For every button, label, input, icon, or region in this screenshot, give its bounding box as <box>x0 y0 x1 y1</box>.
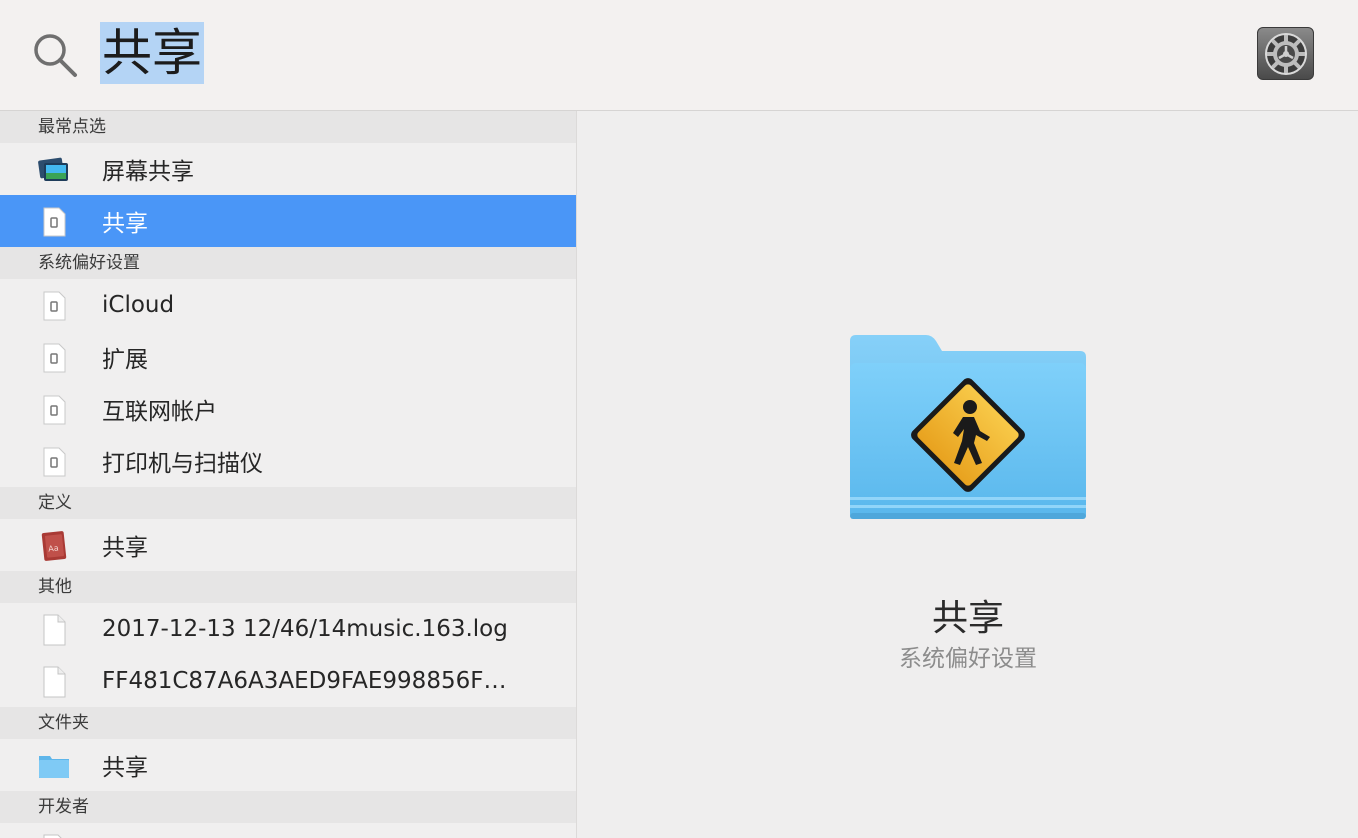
search-icon <box>34 34 77 77</box>
results-list: 最常点选 屏幕共享 共享 系统偏好设置 iCloud 扩展 互联网帐户 打印机与… <box>0 111 577 838</box>
section-header: 定义 <box>0 487 576 519</box>
preference-pane-icon <box>43 395 66 425</box>
list-item[interactable]: Aa 共享 <box>0 519 576 571</box>
list-item[interactable]: 互联网帐户 <box>0 383 576 435</box>
preference-pane-icon <box>43 291 66 321</box>
section-header: 文件夹 <box>0 707 576 739</box>
list-item[interactable]: 共享 <box>0 195 576 247</box>
list-item[interactable]: FF481C87A6A3AED9FAE998856F… <box>0 655 576 707</box>
section-header: 其他 <box>0 571 576 603</box>
list-item-label: FF481C87A6A3AED9FAE998856F… <box>102 668 507 694</box>
list-item[interactable]: iCloud <box>0 279 576 331</box>
preview-pane: 共享 系统偏好设置 <box>578 111 1358 838</box>
preview-subtitle: 系统偏好设置 <box>899 646 1037 672</box>
document-icon <box>43 614 66 646</box>
dictionary-icon: Aa <box>41 531 67 561</box>
list-item-label: iCloud <box>102 292 175 318</box>
section-header: 系统偏好设置 <box>0 247 576 279</box>
list-item[interactable]: 共享 <box>0 739 576 791</box>
gear-icon <box>1264 32 1307 75</box>
preference-pane-icon <box>43 343 66 373</box>
list-item[interactable]: 扩展 <box>0 331 576 383</box>
list-item-label: 共享 <box>102 535 148 561</box>
svg-text:Aa: Aa <box>48 544 59 554</box>
list-item-label: 2017-12-13 12/46/14music.163.log <box>102 616 508 642</box>
list-item-label: 互联网帐户 <box>102 399 217 425</box>
list-item-label: 扩展 <box>102 347 148 373</box>
list-item-label: 共享 <box>102 755 148 781</box>
list-item-label: 打印机与扫描仪 <box>102 451 263 477</box>
list-item-label: 屏幕共享 <box>102 159 194 185</box>
preference-pane-icon <box>43 447 66 477</box>
list-item[interactable]: 打印机与扫描仪 <box>0 435 576 487</box>
list-item[interactable]: 屏幕共享 <box>0 143 576 195</box>
search-bar: 共享 <box>0 0 1358 111</box>
list-item[interactable] <box>0 823 576 838</box>
screen-sharing-icon <box>38 157 68 181</box>
list-item[interactable]: 2017-12-13 12/46/14music.163.log <box>0 603 576 655</box>
list-item-label: 共享 <box>102 211 148 237</box>
document-icon <box>43 834 62 838</box>
preference-pane-icon <box>43 207 66 237</box>
search-input[interactable]: 共享 <box>100 22 204 84</box>
document-icon <box>43 666 66 698</box>
public-folder-icon <box>850 335 1086 519</box>
folder-icon <box>39 756 69 778</box>
system-preferences-button[interactable] <box>1257 27 1314 80</box>
preview-title: 共享 <box>931 598 1004 639</box>
section-header: 最常点选 <box>0 111 576 143</box>
section-header: 开发者 <box>0 791 576 823</box>
